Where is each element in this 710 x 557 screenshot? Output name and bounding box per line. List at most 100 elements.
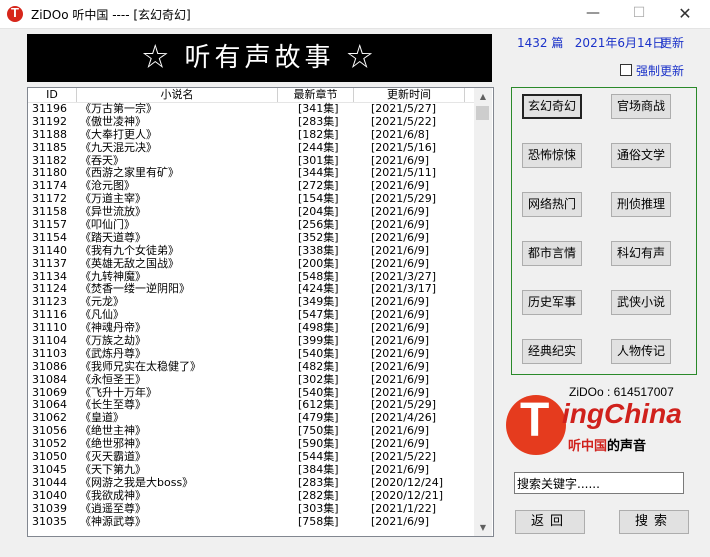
row-name: 《傲世凌神》 bbox=[80, 114, 146, 128]
header-date[interactable]: 更新时间 bbox=[354, 88, 465, 102]
row-date: [2021/5/16] bbox=[371, 140, 436, 154]
row-chapter: [302集] bbox=[298, 372, 339, 386]
table-row[interactable]: 31196 《万古第一宗》 [341集] [2021/5/27] bbox=[28, 102, 474, 116]
row-name: 《大奉打更人》 bbox=[80, 127, 157, 141]
row-id: 31196 bbox=[32, 102, 67, 115]
row-name: 《天下第九》 bbox=[80, 462, 146, 476]
search-button[interactable]: 搜索 bbox=[619, 510, 689, 534]
window-title: ZiDOo 听中国 ---- [玄幻奇幻] bbox=[31, 8, 191, 22]
row-id: 31137 bbox=[32, 256, 67, 270]
scrollbar[interactable]: ▲ ▼ bbox=[474, 88, 492, 536]
category-button[interactable]: 玄幻奇幻 bbox=[522, 94, 582, 119]
row-id: 31040 bbox=[32, 488, 67, 502]
row-id: 31140 bbox=[32, 243, 67, 257]
category-button[interactable]: 刑侦推理 bbox=[611, 192, 671, 217]
table-row[interactable]: 31188 《大奉打更人》 [182集] [2021/6/8] bbox=[28, 127, 474, 142]
close-button[interactable]: ✕ bbox=[662, 0, 708, 28]
row-date: [2021/6/9] bbox=[371, 243, 429, 257]
row-id: 31157 bbox=[32, 218, 67, 232]
row-chapter: [758集] bbox=[298, 514, 339, 528]
novel-list[interactable]: ID 小说名 最新章节 更新时间 31196 《万古第一宗》 [341集] [2021… bbox=[27, 87, 494, 537]
checkbox-box[interactable] bbox=[620, 64, 632, 76]
table-row[interactable]: 31045 《天下第九》 [384集] [2021/6/9] bbox=[28, 462, 474, 477]
table-row[interactable]: 31137 《英雄无敌之国战》 [200集] [2021/6/9] bbox=[28, 256, 474, 271]
table-row[interactable]: 31039 《逍遥至尊》 [303集] [2021/1/22] bbox=[28, 501, 474, 516]
row-name: 《我有九个女徒弟》 bbox=[80, 243, 179, 257]
scroll-thumb[interactable] bbox=[476, 106, 489, 120]
row-date: [2020/12/21] bbox=[371, 488, 443, 502]
category-button[interactable]: 武侠小说 bbox=[611, 290, 671, 315]
minimize-button[interactable]: — bbox=[570, 0, 616, 28]
table-row[interactable]: 31035 《神源武尊》 [758集] [2021/6/9] bbox=[28, 514, 474, 529]
row-date: [2021/1/22] bbox=[371, 501, 436, 515]
header-name[interactable]: 小说名 bbox=[77, 88, 278, 102]
table-row[interactable]: 31154 《踏天道尊》 [352集] [2021/6/9] bbox=[28, 230, 474, 245]
table-row[interactable]: 31140 《我有九个女徒弟》 [338集] [2021/6/9] bbox=[28, 243, 474, 258]
category-button[interactable]: 恐怖惊悚 bbox=[522, 143, 582, 168]
row-name: 《永恒圣王》 bbox=[80, 372, 146, 386]
row-chapter: [384集] bbox=[298, 462, 339, 476]
zidoo-id: ZiDOo : 614517007 bbox=[569, 385, 674, 399]
row-name: 《武炼丹尊》 bbox=[80, 346, 146, 360]
row-date: [2021/6/9] bbox=[371, 334, 429, 348]
table-row[interactable]: 31086 《我师兄实在太稳健了》 [482集] [2021/6/9] bbox=[28, 359, 474, 374]
search-input[interactable]: 搜索关键字...... bbox=[514, 472, 684, 494]
maximize-button[interactable]: ☐ bbox=[616, 0, 662, 28]
row-date: [2021/6/9] bbox=[371, 372, 429, 386]
row-name: 《九天混元决》 bbox=[80, 140, 157, 154]
category-button[interactable]: 都市言情 bbox=[522, 241, 582, 266]
category-button[interactable]: 经典纪实 bbox=[522, 339, 582, 364]
table-row[interactable]: 31050 《灭天霸道》 [544集] [2021/5/22] bbox=[28, 450, 474, 464]
tingchina-logo: ZiDOo : 614517007 T ingChina 听中国的声音 bbox=[506, 385, 701, 460]
row-chapter: [399集] bbox=[298, 334, 339, 348]
row-id: 31039 bbox=[32, 501, 67, 515]
table-row[interactable]: 31044 《网游之我是大boss》 [283集] [2020/12/24] bbox=[28, 475, 474, 490]
row-date: [2021/6/9] bbox=[371, 230, 429, 244]
row-date: [2021/5/27] bbox=[371, 102, 436, 115]
header-chapter[interactable]: 最新章节 bbox=[278, 88, 354, 102]
category-button[interactable]: 通俗文学 bbox=[611, 143, 671, 168]
table-row[interactable]: 31185 《九天混元决》 [244集] [2021/5/16] bbox=[28, 140, 474, 155]
scroll-down-icon[interactable]: ▼ bbox=[474, 519, 492, 536]
update-link[interactable]: 更新 bbox=[660, 34, 684, 51]
row-id: 31045 bbox=[32, 462, 67, 476]
row-date: [2021/6/9] bbox=[371, 218, 429, 232]
row-id: 31185 bbox=[32, 140, 67, 154]
row-name: 《万古第一宗》 bbox=[80, 102, 157, 115]
back-button[interactable]: 返回 bbox=[515, 510, 585, 534]
row-id: 31084 bbox=[32, 372, 67, 386]
table-row[interactable]: 31157 《叩仙门》 [256集] [2021/6/9] bbox=[28, 218, 474, 232]
row-name: 《我师兄实在太稳健了》 bbox=[80, 359, 201, 373]
category-button[interactable]: 官场商战 bbox=[611, 94, 671, 119]
category-button[interactable]: 历史军事 bbox=[522, 290, 582, 315]
table-row[interactable]: 31084 《永恒圣王》 [302集] [2021/6/9] bbox=[28, 372, 474, 387]
title-bar: T ZiDOo 听中国 ---- [玄幻奇幻] — ☐ ✕ bbox=[0, 0, 710, 29]
category-button[interactable]: 科幻有声 bbox=[611, 241, 671, 266]
header-id[interactable]: ID bbox=[28, 88, 77, 102]
row-name: 《踏天道尊》 bbox=[80, 230, 146, 244]
row-id: 31188 bbox=[32, 127, 67, 141]
row-date: [2021/5/22] bbox=[371, 114, 436, 128]
row-name: 《网游之我是大boss》 bbox=[80, 475, 194, 489]
row-id: 31104 bbox=[32, 334, 67, 348]
category-button[interactable]: 网络热门 bbox=[522, 192, 582, 217]
force-update-label: 强制更新 bbox=[636, 64, 685, 78]
banner: ☆ 听有声故事 ☆ bbox=[27, 34, 492, 82]
scroll-up-icon[interactable]: ▲ bbox=[474, 88, 492, 105]
table-row[interactable]: 31103 《武炼丹尊》 [540集] [2021/6/9] bbox=[28, 346, 474, 361]
table-row[interactable]: 31104 《万族之劫》 [399集] [2021/6/9] bbox=[28, 334, 474, 348]
row-chapter: [303集] bbox=[298, 501, 339, 515]
row-id: 31103 bbox=[32, 346, 67, 360]
logo-circle-icon: T bbox=[506, 394, 566, 455]
table-row[interactable]: 31192 《傲世凌神》 [283集] [2021/5/22] bbox=[28, 114, 474, 129]
row-name: 《万族之劫》 bbox=[80, 334, 146, 348]
article-count-date: 1432 篇 2021年6月14日 bbox=[517, 36, 665, 50]
row-chapter: [283集] bbox=[298, 475, 339, 489]
row-id: 31192 bbox=[32, 114, 67, 128]
row-date: [2021/6/9] bbox=[371, 514, 429, 528]
row-date: [2021/6/9] bbox=[371, 359, 429, 373]
table-row[interactable]: 31040 《我欲成神》 [282集] [2020/12/21] bbox=[28, 488, 474, 503]
force-update-checkbox[interactable]: 强制更新 bbox=[620, 62, 684, 79]
row-name: 《叩仙门》 bbox=[80, 218, 135, 232]
category-button[interactable]: 人物传记 bbox=[611, 339, 671, 364]
